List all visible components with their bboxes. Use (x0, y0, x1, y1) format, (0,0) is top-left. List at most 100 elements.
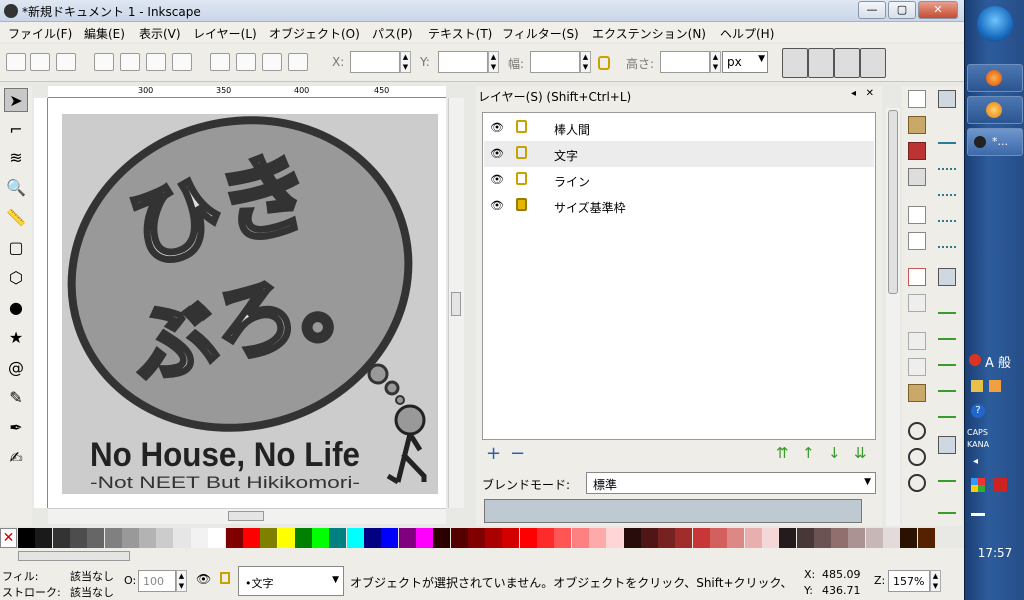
zoom-input[interactable]: 157% (888, 570, 930, 592)
open-icon[interactable] (908, 116, 926, 134)
snap-bbox-center-icon[interactable] (938, 230, 956, 248)
color-swatch[interactable] (450, 528, 468, 548)
color-swatch[interactable] (848, 528, 866, 548)
color-swatch[interactable] (104, 528, 122, 548)
remove-layer-icon[interactable]: − (510, 444, 525, 464)
color-swatch[interactable] (588, 528, 606, 548)
locked-icon[interactable] (516, 198, 527, 211)
unlocked-icon[interactable] (516, 120, 527, 133)
calligraphy-tool-icon[interactable]: ✍ (4, 446, 28, 470)
snap-nodes-icon[interactable] (938, 268, 956, 286)
eye-icon[interactable]: 👁 (490, 147, 504, 160)
scale-corners-icon[interactable] (808, 48, 834, 78)
selector-tool-icon[interactable]: ➤ (4, 88, 28, 112)
color-swatch[interactable] (640, 528, 658, 548)
flip-horizontal-icon[interactable] (146, 53, 166, 71)
ellipse-tool-icon[interactable]: ● (4, 296, 28, 320)
zoom-page-icon[interactable] (908, 474, 926, 492)
color-swatch[interactable] (415, 528, 433, 548)
y-spin[interactable]: ▲ ▼ (488, 51, 499, 73)
pencil-tool-icon[interactable]: ✎ (4, 386, 28, 410)
star-tool-icon[interactable]: ★ (4, 326, 28, 350)
color-swatch[interactable] (87, 528, 105, 548)
scroll-thumb[interactable] (18, 551, 130, 561)
measure-tool-icon[interactable]: 📏 (4, 206, 28, 230)
layer-row[interactable]: 👁 ライン (484, 167, 874, 193)
pen-tool-icon[interactable]: ✒ (4, 416, 28, 440)
x-input[interactable] (350, 51, 400, 73)
new-document-icon[interactable] (908, 90, 926, 108)
save-icon[interactable] (908, 142, 926, 160)
menu-help[interactable]: ヘルプ(H) (720, 25, 774, 42)
help-icon[interactable]: ? (971, 404, 985, 418)
zoom-spin[interactable]: ▲ ▼ (930, 570, 941, 592)
zoom-drawing-icon[interactable] (908, 448, 926, 466)
action-center-flag-icon[interactable] (971, 478, 985, 492)
palette-scrollbar[interactable] (0, 548, 964, 564)
maximize-button[interactable]: ▢ (888, 1, 916, 19)
color-swatch[interactable] (121, 528, 139, 548)
scroll-thumb[interactable] (451, 292, 461, 316)
lock-icon[interactable] (220, 572, 230, 584)
blend-mode-select[interactable]: 標準 ▼ (586, 472, 876, 494)
scale-stroke-icon[interactable] (782, 48, 808, 78)
raise-to-top-icon[interactable]: ⇈ (776, 444, 789, 462)
lower-to-bottom-icon[interactable]: ⇊ (854, 444, 867, 462)
snap-smooth-icon[interactable] (938, 374, 956, 392)
color-swatch[interactable] (191, 528, 208, 548)
color-swatch[interactable] (710, 528, 727, 548)
spiral-tool-icon[interactable]: @ (4, 356, 28, 380)
color-swatch[interactable] (606, 528, 624, 548)
snap-bbox-edge-icon[interactable] (938, 152, 956, 170)
color-swatch[interactable] (883, 528, 900, 548)
zoom-selection-icon[interactable] (908, 422, 926, 440)
unlocked-icon[interactable] (516, 146, 527, 159)
color-swatch[interactable] (502, 528, 520, 548)
opacity-spin[interactable]: ▲ ▼ (176, 570, 187, 592)
ime-mode[interactable]: A 般 (985, 352, 1011, 371)
menu-path[interactable]: パス(P) (372, 25, 413, 42)
export-icon[interactable] (908, 232, 926, 250)
snap-bbox-midpoint-icon[interactable] (938, 204, 956, 222)
3dbox-tool-icon[interactable]: ⬡ (4, 266, 28, 290)
snap-cusp-icon[interactable] (938, 348, 956, 366)
tweak-tool-icon[interactable]: ≋ (4, 146, 28, 170)
drawing-canvas[interactable]: ひき ぶろ。 No House, No Life -Not NEET But H… (48, 98, 446, 508)
eye-icon[interactable]: 👁 (196, 572, 211, 586)
color-swatch[interactable] (779, 528, 797, 548)
color-swatch[interactable] (900, 528, 918, 548)
node-tool-icon[interactable]: ⌐ (4, 118, 28, 142)
color-swatch[interactable] (277, 528, 295, 548)
color-swatch[interactable] (225, 528, 243, 548)
unit-select[interactable]: px ▼ (722, 51, 768, 73)
color-swatch[interactable] (761, 528, 779, 548)
menu-object[interactable]: オブジェクト(O) (269, 25, 360, 42)
color-swatch[interactable] (623, 528, 641, 548)
eye-icon[interactable]: 👁 (490, 173, 504, 186)
color-swatch[interactable] (381, 528, 399, 548)
color-swatch[interactable] (727, 528, 745, 548)
menu-extensions[interactable]: エクステンション(N) (592, 25, 706, 42)
scroll-thumb[interactable] (228, 511, 264, 521)
color-swatch[interactable] (692, 528, 710, 548)
color-swatch[interactable] (796, 528, 814, 548)
color-swatch[interactable] (917, 528, 935, 548)
color-swatch[interactable] (242, 528, 260, 548)
layer-opacity-slider[interactable] (484, 499, 862, 523)
snap-center-icon[interactable] (938, 464, 956, 482)
eye-icon[interactable]: 👁 (490, 121, 504, 134)
canvas-horizontal-scrollbar[interactable] (48, 508, 446, 524)
taskbar-inkscape[interactable]: *... (967, 128, 1023, 156)
deselect-icon[interactable] (56, 53, 76, 71)
taskbar-app[interactable] (967, 96, 1023, 124)
color-swatch[interactable] (35, 528, 53, 548)
color-swatch[interactable] (658, 528, 676, 548)
color-swatch[interactable] (208, 528, 226, 548)
copy-icon[interactable] (908, 332, 926, 350)
color-swatch[interactable] (260, 528, 278, 548)
rectangle-tool-icon[interactable]: ▢ (4, 236, 28, 260)
color-swatch[interactable] (865, 528, 883, 548)
print-icon[interactable] (908, 168, 926, 186)
redo-icon[interactable] (908, 294, 926, 312)
opacity-input[interactable]: 100 (138, 570, 176, 592)
